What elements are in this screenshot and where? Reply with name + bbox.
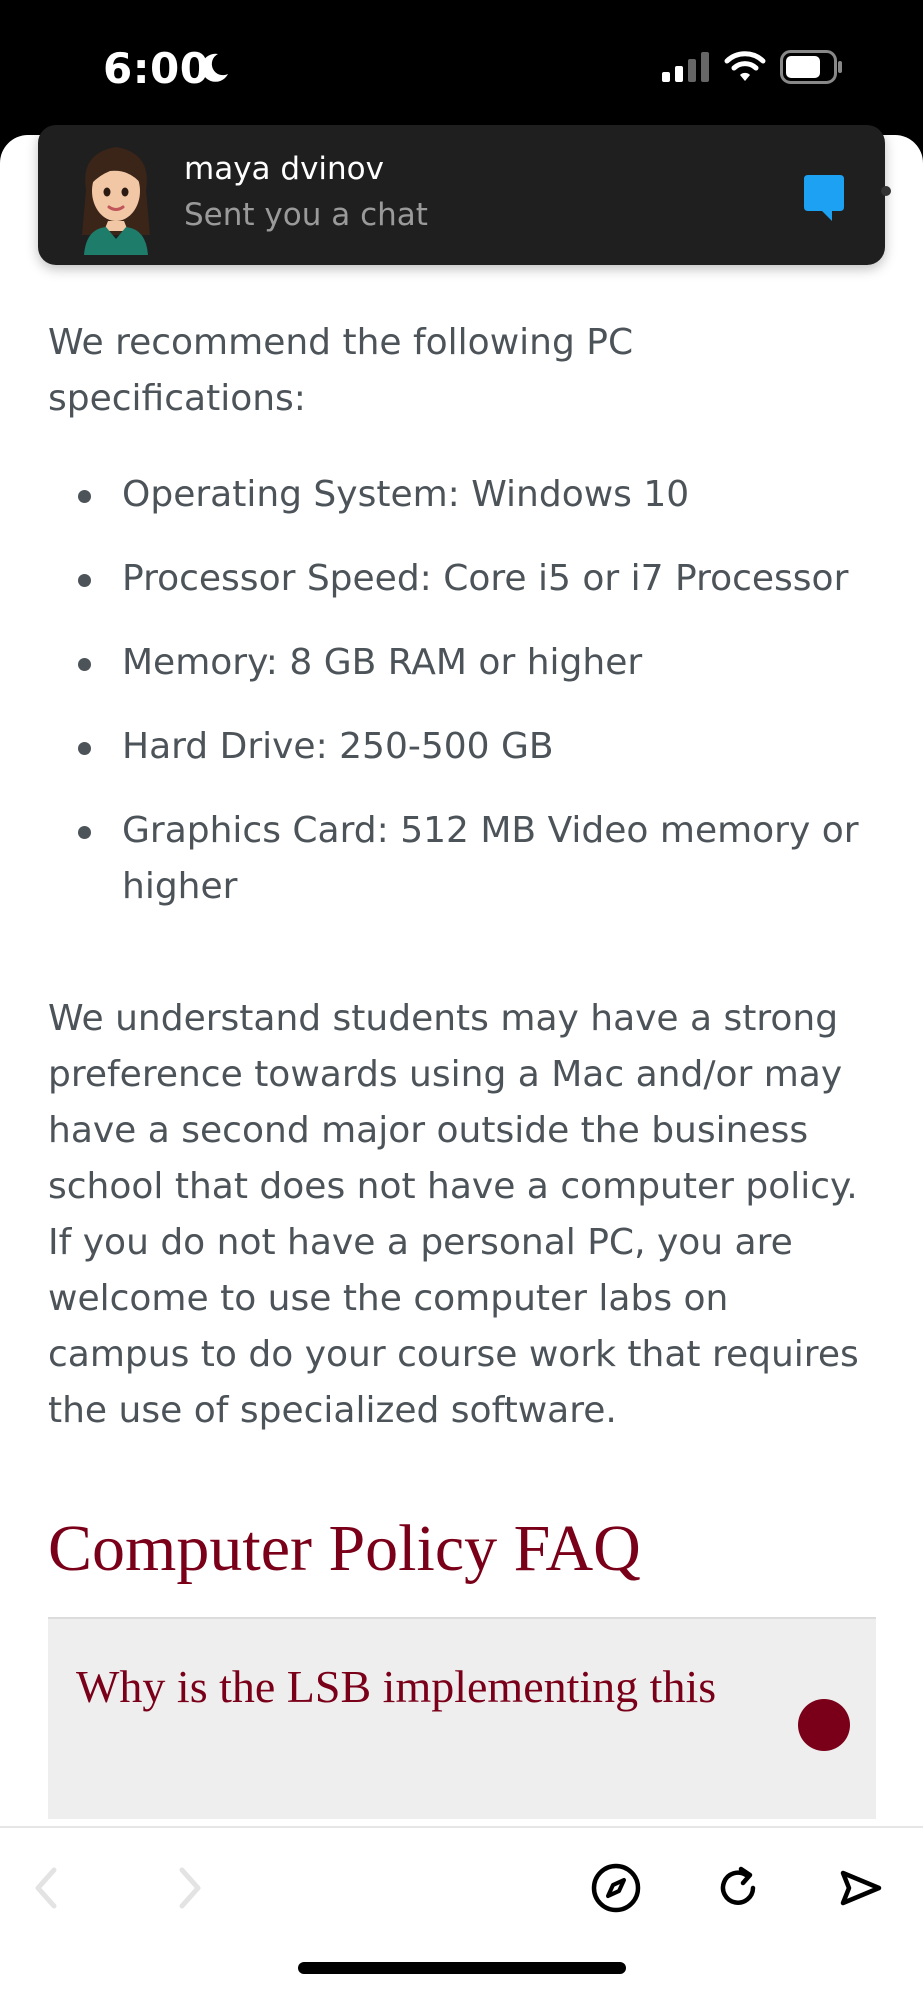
list-item: Hard Drive: 250-500 GB	[48, 719, 878, 775]
browser-button[interactable]	[586, 1858, 646, 1918]
chat-notification[interactable]: maya dvinov Sent you a chat	[38, 125, 885, 265]
web-page: We recommend the following PC specificat…	[0, 135, 923, 2000]
mac-policy-paragraph: We understand students may have a strong…	[48, 998, 859, 1431]
bullet-icon	[78, 826, 91, 839]
share-button[interactable]	[830, 1858, 890, 1918]
home-indicator[interactable]	[298, 1962, 626, 1974]
spec-text: Graphics Card: 512 MB Video memory or hi…	[122, 810, 859, 907]
chat-bubble-icon	[804, 175, 844, 221]
spec-list: Operating System: Windows 10 Processor S…	[48, 467, 878, 915]
faq-question[interactable]: Why is the LSB implementing this	[76, 1659, 716, 1715]
page-content: We recommend the following PC specificat…	[48, 315, 878, 1819]
bullet-icon	[78, 742, 91, 755]
share-icon	[840, 1870, 882, 1906]
back-button[interactable]	[16, 1858, 76, 1918]
spec-text: Memory: 8 GB RAM or higher	[122, 642, 643, 683]
list-item: Memory: 8 GB RAM or higher	[48, 635, 878, 691]
list-item: Processor Speed: Core i5 or i7 Processor	[48, 551, 878, 607]
moon-icon	[201, 53, 228, 82]
battery-icon	[780, 50, 842, 84]
page-overflow-dot	[881, 186, 891, 196]
faq-heading: Computer Policy FAQ	[48, 1512, 641, 1585]
status-bar: 6:00	[0, 0, 923, 135]
browser-toolbar	[0, 1826, 923, 2002]
compass-icon	[591, 1863, 641, 1913]
status-time: 6:00	[103, 44, 210, 93]
list-item: Graphics Card: 512 MB Video memory or hi…	[48, 803, 878, 915]
notification-sender: maya dvinov	[184, 151, 384, 187]
faq-accordion-item[interactable]: Why is the LSB implementing this	[48, 1617, 876, 1819]
notification-message: Sent you a chat	[184, 197, 428, 233]
expand-toggle-icon[interactable]	[798, 1699, 850, 1751]
intro-text: We recommend the following PC specificat…	[48, 322, 634, 419]
wifi-icon	[724, 51, 766, 81]
spec-text: Operating System: Windows 10	[122, 474, 690, 515]
spec-text: Processor Speed: Core i5 or i7 Processor	[122, 558, 849, 599]
forward-button[interactable]	[160, 1858, 220, 1918]
forward-arrow-icon	[179, 1867, 201, 1909]
spec-text: Hard Drive: 250-500 GB	[122, 726, 554, 767]
reload-button[interactable]	[708, 1858, 768, 1918]
list-item: Operating System: Windows 10	[48, 467, 878, 523]
back-arrow-icon	[35, 1867, 57, 1909]
cellular-signal-icon	[662, 52, 709, 82]
avatar	[82, 147, 150, 255]
bullet-icon	[78, 490, 91, 503]
reload-icon	[720, 1866, 756, 1905]
bullet-icon	[78, 574, 91, 587]
bullet-icon	[78, 658, 91, 671]
